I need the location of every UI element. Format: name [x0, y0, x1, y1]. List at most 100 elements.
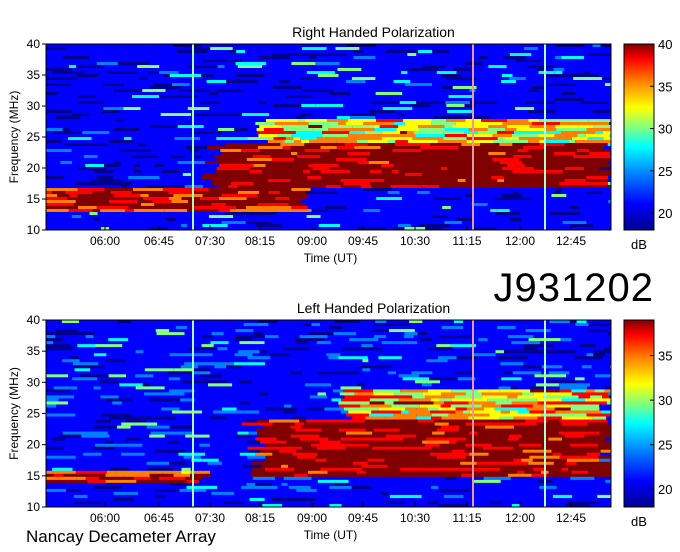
heatmap-cell: [369, 170, 381, 174]
heatmap-cell: [75, 413, 92, 417]
heatmap-cell: [167, 179, 196, 183]
heatmap-cell: [502, 56, 526, 60]
heatmap-cell: [46, 182, 76, 186]
heatmap-cell: [200, 101, 220, 105]
heatmap-cell: [60, 161, 72, 165]
heatmap-cell: [100, 395, 119, 399]
heatmap-cell: [317, 59, 338, 63]
heatmap-cell: [409, 386, 439, 390]
heatmap-cell: [385, 434, 417, 438]
heatmap-cell: [251, 473, 264, 478]
heatmap-cell: [117, 434, 125, 438]
heatmap-cell: [463, 107, 471, 111]
heatmap-cell: [153, 428, 166, 432]
heatmap-cell: [217, 65, 225, 69]
heatmap-cell: [425, 179, 458, 183]
heatmap-cell: [457, 179, 466, 183]
heatmap-cell: [393, 200, 414, 204]
heatmap-cell: [245, 419, 258, 423]
heatmap-cell: [108, 56, 137, 60]
heatmap-cell: [404, 501, 428, 505]
heatmap-cell: [311, 377, 337, 381]
heatmap-cell: [232, 47, 263, 51]
heatmap-cell: [311, 401, 339, 405]
heatmap-cell: [56, 416, 89, 420]
heatmap-cell: [154, 488, 164, 493]
heatmap-cell: [53, 485, 84, 490]
heatmap-cell: [375, 380, 387, 384]
heatmap-cell: [215, 191, 239, 195]
heatmap-cell: [327, 77, 352, 81]
heatmap-cell: [504, 137, 519, 141]
heatmap-cell: [208, 188, 223, 192]
heatmap-cell: [107, 431, 124, 435]
heatmap-cell: [52, 44, 64, 48]
heatmap-cell: [401, 422, 423, 426]
heatmap-cell: [164, 209, 188, 213]
heatmap-cell: [294, 158, 308, 162]
heatmap-cell: [534, 80, 562, 84]
heatmap-cell: [178, 452, 205, 457]
heatmap-cell: [315, 65, 338, 69]
heatmap-cell: [149, 377, 169, 381]
heatmap-cell: [571, 425, 595, 429]
heatmap-cell: [374, 476, 390, 481]
heatmap-cell: [551, 194, 567, 198]
heatmap-cell: [88, 467, 100, 472]
heatmap-cell: [46, 467, 53, 472]
heatmap-cell: [338, 161, 358, 165]
heatmap-cell: [584, 68, 609, 72]
heatmap-cell: [229, 50, 237, 54]
heatmap-cell: [482, 395, 508, 399]
heatmap-cell: [303, 398, 332, 402]
heatmap-cell: [117, 203, 141, 207]
heatmap-cell: [105, 455, 117, 460]
heatmap-cell: [485, 206, 495, 210]
heatmap-cell: [234, 491, 242, 496]
heatmap-cell: [524, 47, 539, 51]
heatmap-cell: [604, 92, 611, 96]
heatmap-cell: [386, 50, 418, 54]
heatmap-cell: [60, 152, 67, 156]
heatmap-cell: [383, 479, 395, 484]
heatmap-cell: [91, 413, 102, 417]
heatmap-cell: [442, 59, 464, 63]
heatmap-cell: [527, 173, 556, 177]
heatmap-cell: [476, 86, 506, 90]
heatmap-cell: [67, 221, 98, 225]
heatmap-cell: [501, 80, 517, 84]
heatmap-cell: [441, 74, 462, 78]
heatmap-cell: [518, 437, 549, 441]
heatmap-cell: [304, 149, 330, 153]
heatmap-cell: [233, 215, 257, 219]
heatmap-cell: [572, 494, 598, 499]
heatmap-cell: [346, 206, 360, 210]
heatmap-cell: [77, 431, 108, 435]
heatmap-cell: [46, 329, 56, 333]
heatmap-cell: [89, 134, 106, 138]
heatmap-cell: [596, 341, 611, 345]
heatmap-cell: [137, 65, 160, 69]
heatmap-cell: [521, 377, 534, 381]
heatmap-cell: [490, 209, 497, 213]
heatmap-cell: [469, 428, 480, 432]
heatmap-cell: [497, 464, 506, 469]
heatmap-cell: [447, 329, 461, 333]
heatmap-cell: [104, 65, 128, 69]
heatmap-cell: [357, 86, 380, 90]
heatmap-cell: [472, 110, 488, 114]
heatmap-cell: [507, 125, 524, 129]
heatmap-cell: [241, 149, 261, 153]
heatmap-cell: [147, 467, 174, 472]
heatmap-cell: [516, 116, 540, 120]
heatmap-cell: [581, 113, 609, 117]
heatmap-cell: [479, 428, 498, 432]
heatmap-cell: [365, 80, 394, 84]
heatmap-cell: [570, 407, 600, 411]
heatmap-cell: [317, 74, 339, 78]
heatmap-cell: [399, 191, 418, 195]
heatmap-cell: [562, 215, 578, 219]
heatmap-cell: [76, 332, 95, 336]
heatmap-cell: [415, 185, 440, 189]
heatmap-cell: [235, 329, 254, 333]
